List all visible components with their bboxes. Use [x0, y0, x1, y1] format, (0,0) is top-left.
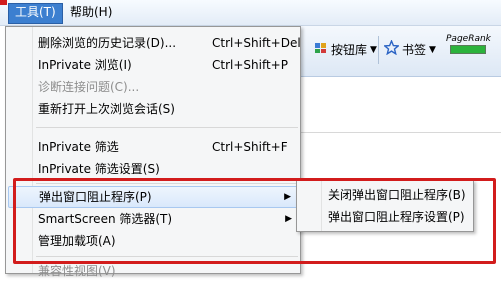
menu-separator [36, 127, 298, 128]
command-bar: 按钮库 ▼ 书签 ▼ PageRank [300, 26, 501, 77]
menu-item-label: InPrivate 浏览(I) [38, 58, 132, 72]
menu-item-inprivate-filter[interactable]: InPrivate 筛选 Ctrl+Shift+F [6, 136, 300, 158]
menu-separator [36, 256, 298, 257]
menu-item-inprivate-browsing[interactable]: InPrivate 浏览(I) Ctrl+Shift+P [6, 54, 300, 76]
menu-item-label: 删除浏览的历史记录(D)... [38, 36, 177, 50]
menu-item-reopen-session[interactable]: 重新打开上次浏览会话(S) [6, 98, 300, 120]
page-content [300, 77, 501, 272]
toolbar-separator [378, 36, 379, 64]
submenu-arrow-icon: ▶ [284, 192, 291, 202]
toolbar-bookmarks[interactable]: 书签 ▼ [382, 38, 436, 61]
toolbar-button-library-label: 按钮库 [331, 43, 368, 57]
menu-bar: 工具(T) 帮助(H) [0, 0, 501, 26]
toolbar-bookmarks-label: 书签 [402, 43, 427, 57]
submenu-item-disable-popup-blocker[interactable]: 关闭弹出窗口阻止程序(B) [297, 184, 473, 206]
menu-item-label: 诊断连接问题(C)... [38, 80, 140, 94]
menu-item-manage-addons[interactable]: 管理加载项(A) [6, 230, 300, 252]
tools-menu: 删除浏览的历史记录(D)... Ctrl+Shift+Del InPrivate… [5, 26, 301, 278]
submenu-item-label: 关闭弹出窗口阻止程序(B) [328, 188, 466, 202]
menu-item-shortcut: Ctrl+Shift+Del [212, 36, 301, 50]
toolbar-button-library[interactable]: 按钮库 ▼ [314, 40, 377, 60]
annotation-mark [0, 0, 7, 5]
menu-item-label: SmartScreen 筛选器(T) [38, 212, 173, 226]
menu-item-label: 重新打开上次浏览会话(S) [38, 102, 175, 116]
menu-item-shortcut: Ctrl+Shift+P [212, 58, 288, 72]
menu-item-smartscreen[interactable]: SmartScreen 筛选器(T) ▶ [6, 208, 300, 230]
menu-item-popup-blocker[interactable]: 弹出窗口阻止程序(P) ▶ [8, 186, 298, 208]
menu-tools[interactable]: 工具(T) [8, 3, 63, 24]
menu-item-label: 弹出窗口阻止程序(P) [39, 190, 152, 204]
page-divider [300, 132, 501, 133]
submenu-item-label: 弹出窗口阻止程序设置(P) [328, 210, 465, 224]
menu-item-label: 管理加载项(A) [38, 234, 116, 248]
menu-separator [36, 183, 298, 184]
popup-blocker-submenu: 关闭弹出窗口阻止程序(B) 弹出窗口阻止程序设置(P) [296, 180, 474, 232]
menu-item-compat-view[interactable]: 兼容性视图(V) [6, 260, 300, 282]
menu-help[interactable]: 帮助(H) [64, 3, 118, 22]
menu-item-label: InPrivate 筛选 [38, 140, 119, 154]
menu-item-diagnose-connection[interactable]: 诊断连接问题(C)... [6, 76, 300, 98]
menu-item-shortcut: Ctrl+Shift+F [212, 140, 288, 154]
chevron-down-icon: ▼ [370, 45, 377, 55]
chevron-down-icon: ▼ [429, 45, 436, 55]
toolbar-pagerank: PageRank [446, 34, 491, 54]
menu-item-label: InPrivate 筛选设置(S) [38, 162, 160, 176]
submenu-item-popup-blocker-settings[interactable]: 弹出窗口阻止程序设置(P) [297, 206, 473, 228]
star-icon [382, 38, 401, 61]
menu-item-inprivate-filter-settings[interactable]: InPrivate 筛选设置(S) [6, 158, 300, 180]
pagerank-meter [450, 45, 487, 54]
puzzle-icon [314, 40, 328, 60]
pagerank-label: PageRank [446, 34, 491, 44]
menu-item-label: 兼容性视图(V) [38, 264, 116, 278]
submenu-arrow-icon: ▶ [285, 214, 292, 224]
menu-item-delete-history[interactable]: 删除浏览的历史记录(D)... Ctrl+Shift+Del [6, 32, 301, 54]
